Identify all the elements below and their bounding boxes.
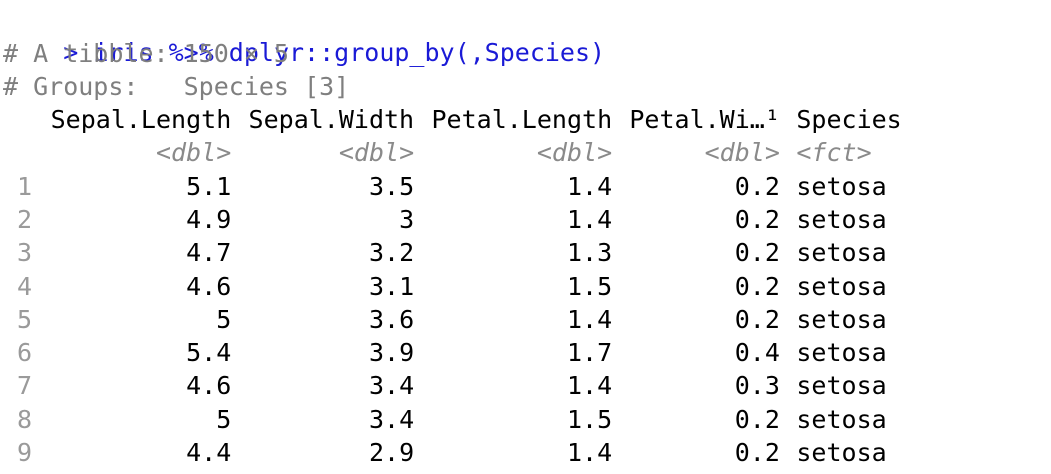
table-cell: 3.4 [368, 371, 415, 401]
table-cell: 5 [216, 304, 232, 334]
table-cell: 1.5 [566, 271, 613, 301]
table-cell: 1.3 [566, 238, 613, 268]
table-cell: 1.4 [566, 204, 613, 234]
table-cell: 3 [399, 204, 415, 234]
table-cell: 3.5 [368, 171, 415, 201]
row-number: 2 [17, 204, 33, 234]
row-number: 4 [17, 271, 33, 301]
row-number: 3 [17, 238, 33, 268]
column-header-sepal-length: Sepal.Length [50, 105, 232, 134]
previous-output-clipped [250, 0, 720, 2]
table-cell: 1.4 [566, 371, 613, 401]
table-cell: 0.2 [734, 204, 780, 234]
table-cell: 0.2 [734, 271, 780, 301]
table-cell: 4.6 [186, 271, 232, 301]
r-console-output[interactable]: > iris %>% dplyr::group_by(,Species) # A… [0, 0, 1051, 474]
table-cell: 3.4 [368, 404, 415, 434]
table-cell: setosa [796, 371, 887, 401]
table-cell: 0.3 [734, 371, 780, 401]
table-cell: setosa [796, 438, 887, 467]
table-row: 1 5.1 3.5 1.4 0.2 setosa [0, 170, 1051, 203]
table-cell: setosa [796, 271, 887, 301]
table-row: 5 5 3.6 1.4 0.2 setosa [0, 303, 1051, 336]
table-cell: 5 [216, 404, 232, 434]
table-row: 4 4.6 3.1 1.5 0.2 setosa [0, 270, 1051, 303]
table-cell: 1.7 [566, 338, 613, 368]
column-header-row: Sepal.Length Sepal.Width Petal.Length Petal… [0, 103, 1051, 136]
table-cell: 4.6 [186, 371, 232, 401]
table-cell: 1.4 [566, 171, 613, 201]
table-cell: 3.2 [368, 238, 415, 268]
row-number: 5 [17, 304, 33, 334]
row-number: 8 [17, 404, 33, 434]
table-cell: setosa [796, 171, 887, 201]
table-cell: 3.9 [368, 338, 415, 368]
table-row: 8 5 3.4 1.5 0.2 setosa [0, 403, 1051, 436]
table-cell: 1.5 [566, 404, 613, 434]
groups-comment: # Groups: Species [3] [3, 72, 350, 101]
column-type-label: <dbl> [155, 138, 232, 168]
table-cell: 1.4 [566, 304, 613, 334]
table-cell: setosa [796, 338, 887, 368]
table-cell: 4.4 [186, 438, 232, 467]
table-row: 3 4.7 3.2 1.3 0.2 setosa [0, 236, 1051, 269]
row-number: 1 [17, 171, 33, 201]
table-row: 2 4.9 3 1.4 0.2 setosa [0, 203, 1051, 236]
table-cell: 4.7 [186, 238, 232, 268]
table-cell: 0.2 [734, 438, 780, 467]
column-type-label: <dbl> [338, 138, 415, 168]
table-cell: 0.4 [734, 338, 780, 368]
command-line: > iris %>% dplyr::group_by(,Species) [3, 3, 605, 67]
table-cell: 0.2 [734, 238, 780, 268]
table-cell: setosa [796, 404, 887, 434]
table-cell: 3.6 [368, 304, 415, 334]
table-row: 6 5.4 3.9 1.7 0.4 setosa [0, 336, 1051, 369]
table-row: 9 4.4 2.9 1.4 0.2 setosa [0, 436, 1051, 469]
table-cell: 5.4 [186, 338, 232, 368]
table-row: 7 4.6 3.4 1.4 0.3 setosa [0, 369, 1051, 402]
table-cell: 0.2 [734, 304, 780, 334]
table-cell: 2.9 [368, 438, 415, 467]
table-cell: setosa [796, 238, 887, 268]
table-cell: setosa [796, 204, 887, 234]
tibble-size-comment: # A tibble: 150 × 5 [3, 39, 289, 68]
table-cell: 0.2 [734, 171, 780, 201]
column-header-species: Species [796, 105, 902, 134]
table-cell: setosa [796, 304, 887, 334]
table-cell: 3.1 [368, 271, 415, 301]
column-type-label: <dbl> [536, 138, 613, 168]
column-type-label: <dbl> [704, 138, 780, 168]
table-cell: 5.1 [186, 171, 232, 201]
column-type-label: <fct> [796, 138, 872, 168]
row-number: 9 [17, 438, 33, 467]
column-header-petal-wi: Petal.Wi…¹ [629, 105, 780, 134]
column-header-petal-length: Petal.Length [431, 105, 613, 134]
table-cell: 0.2 [734, 404, 780, 434]
column-header-sepal-width: Sepal.Width [248, 105, 415, 134]
row-number: 6 [17, 338, 33, 368]
row-number: 7 [17, 371, 33, 401]
table-cell: 1.4 [566, 438, 613, 467]
table-cell: 4.9 [186, 204, 232, 234]
column-type-row: <dbl> <dbl> <dbl> <dbl> <fct> [0, 136, 1051, 169]
